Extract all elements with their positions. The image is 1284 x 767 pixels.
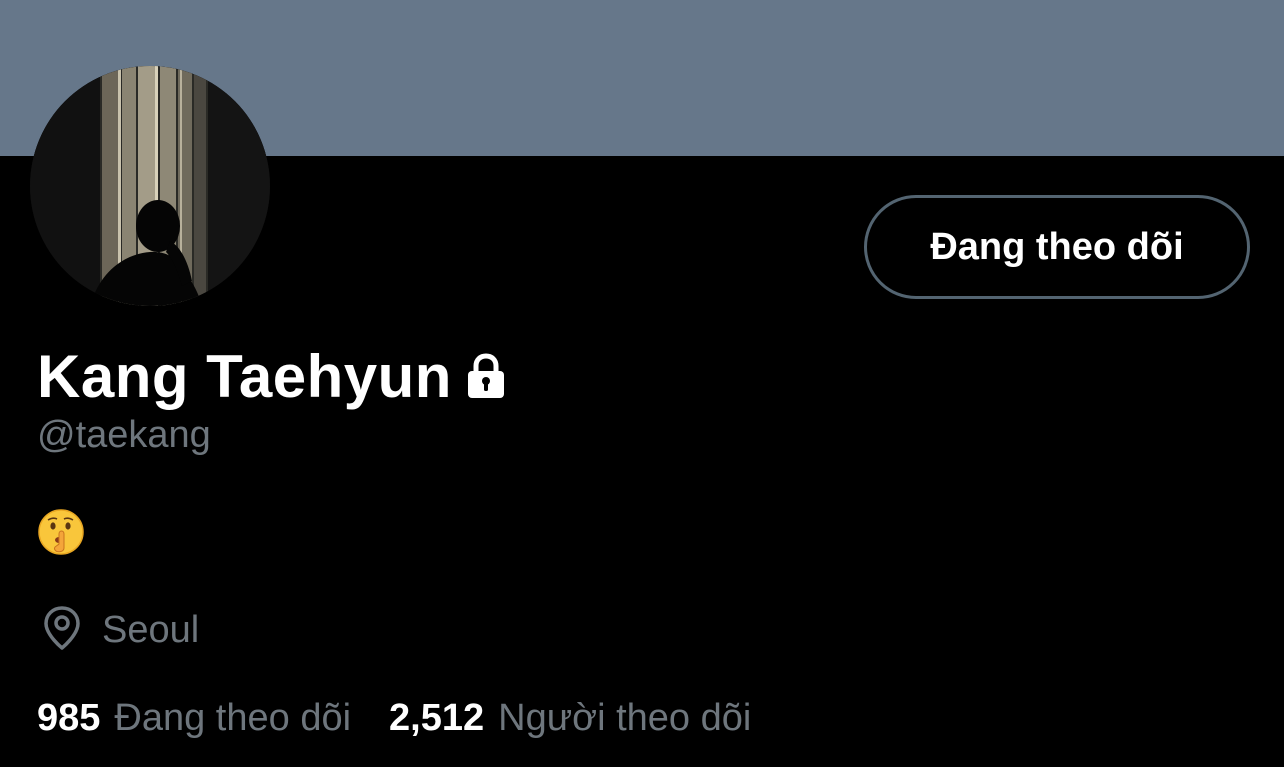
location-text: Seoul xyxy=(102,608,200,651)
following-button[interactable]: Đang theo dõi xyxy=(864,195,1250,299)
handle: @taekang xyxy=(37,414,211,456)
location-pin-icon xyxy=(40,604,84,657)
followers-count: 2,512 xyxy=(389,696,485,739)
display-name: Kang Taehyun xyxy=(37,342,452,410)
lock-icon xyxy=(462,352,510,405)
location-row: Seoul xyxy=(40,604,199,656)
followers-label: Người theo dõi xyxy=(498,696,752,739)
following-stat[interactable]: 985 Đang theo dõi xyxy=(37,697,351,740)
shushing-face-emoji xyxy=(37,508,85,556)
display-name-row: Kang Taehyun xyxy=(37,338,510,414)
avatar[interactable] xyxy=(30,66,270,306)
following-count: 985 xyxy=(37,696,101,739)
followers-stat[interactable]: 2,512 Người theo dõi xyxy=(389,697,751,740)
stats-row: 985 Đang theo dõi 2,512 Người theo dõi xyxy=(37,692,789,744)
following-label: Đang theo dõi xyxy=(114,696,352,739)
